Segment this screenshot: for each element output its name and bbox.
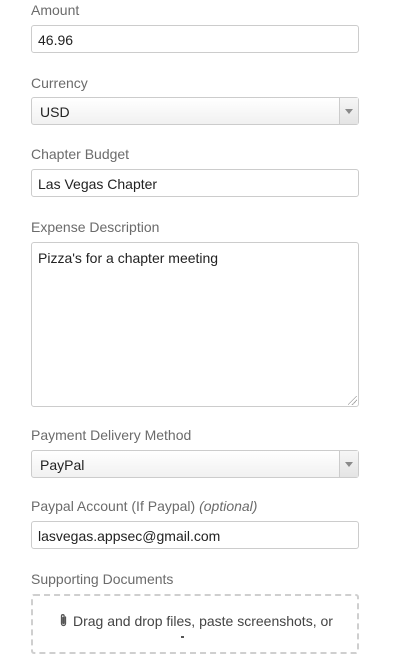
expense-description-value: Pizza's for a chapter meeting — [38, 250, 219, 266]
currency-label: Currency — [31, 75, 88, 91]
dropzone-prompt: Drag and drop files, paste screenshots, … — [58, 613, 333, 629]
payment-method-dropdown-toggle[interactable] — [339, 451, 358, 477]
currency-dropdown-toggle[interactable] — [339, 98, 358, 124]
paypal-account-input[interactable]: lasvegas.appsec@gmail.com — [31, 521, 359, 549]
paypal-account-label-text: Paypal Account (If Paypal) — [31, 498, 196, 514]
amount-input[interactable]: 46.96 — [31, 25, 359, 53]
dropzone-text: Drag and drop files, paste screenshots, … — [73, 613, 333, 629]
optional-note: (optional) — [199, 498, 258, 514]
chapter-budget-input[interactable]: Las Vegas Chapter — [31, 169, 359, 197]
chevron-down-icon — [345, 109, 353, 114]
expense-description-textarea[interactable]: Pizza's for a chapter meeting — [31, 242, 359, 407]
textarea-resize-handle[interactable] — [348, 396, 357, 405]
chapter-budget-label: Chapter Budget — [31, 146, 130, 162]
currency-selected-value: USD — [40, 104, 70, 120]
payment-delivery-method-selected-value: PayPal — [40, 457, 85, 473]
payment-delivery-method-select[interactable]: PayPal — [31, 450, 359, 478]
chapter-budget-value: Las Vegas Chapter — [38, 176, 158, 192]
paypal-account-value: lasvegas.appsec@gmail.com — [38, 528, 221, 544]
dropzone-text-continuation — [181, 636, 184, 638]
amount-label: Amount — [31, 2, 80, 18]
chevron-down-icon — [345, 462, 353, 467]
payment-delivery-method-label: Payment Delivery Method — [31, 427, 192, 443]
supporting-documents-label: Supporting Documents — [31, 571, 174, 587]
paperclip-icon — [60, 614, 67, 627]
currency-select[interactable]: USD — [31, 97, 359, 125]
expense-description-label: Expense Description — [31, 219, 160, 235]
amount-value: 46.96 — [38, 32, 74, 48]
paypal-account-label: Paypal Account (If Paypal) (optional) — [31, 498, 257, 514]
file-dropzone[interactable]: Drag and drop files, paste screenshots, … — [31, 594, 359, 654]
